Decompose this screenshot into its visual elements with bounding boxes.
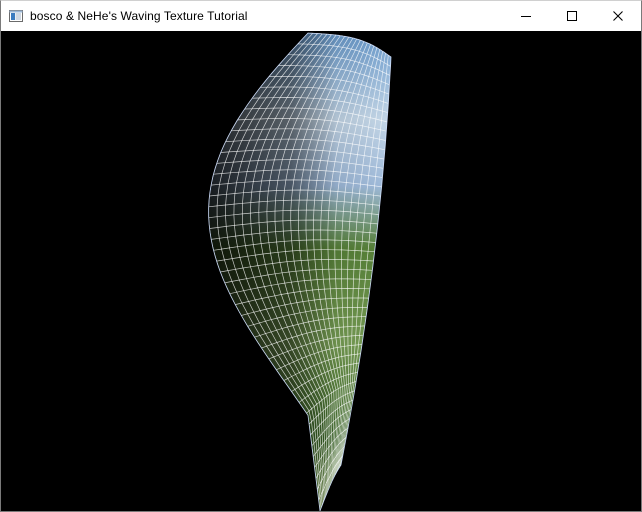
title-bar[interactable]: bosco & NeHe's Waving Texture Tutorial [1,1,641,31]
app-icon[interactable] [9,9,23,23]
window-controls [503,1,641,31]
maximize-icon [567,11,577,21]
window-title: bosco & NeHe's Waving Texture Tutorial [30,9,248,23]
close-icon [613,11,623,21]
waving-texture-scene [208,32,392,511]
maximize-button[interactable] [549,1,595,31]
app-window: bosco & NeHe's Waving Texture Tutorial [0,0,642,512]
close-button[interactable] [595,1,641,31]
textured-sheet [208,32,392,511]
minimize-button[interactable] [503,1,549,31]
opengl-canvas[interactable] [1,31,641,511]
minimize-icon [521,16,531,17]
